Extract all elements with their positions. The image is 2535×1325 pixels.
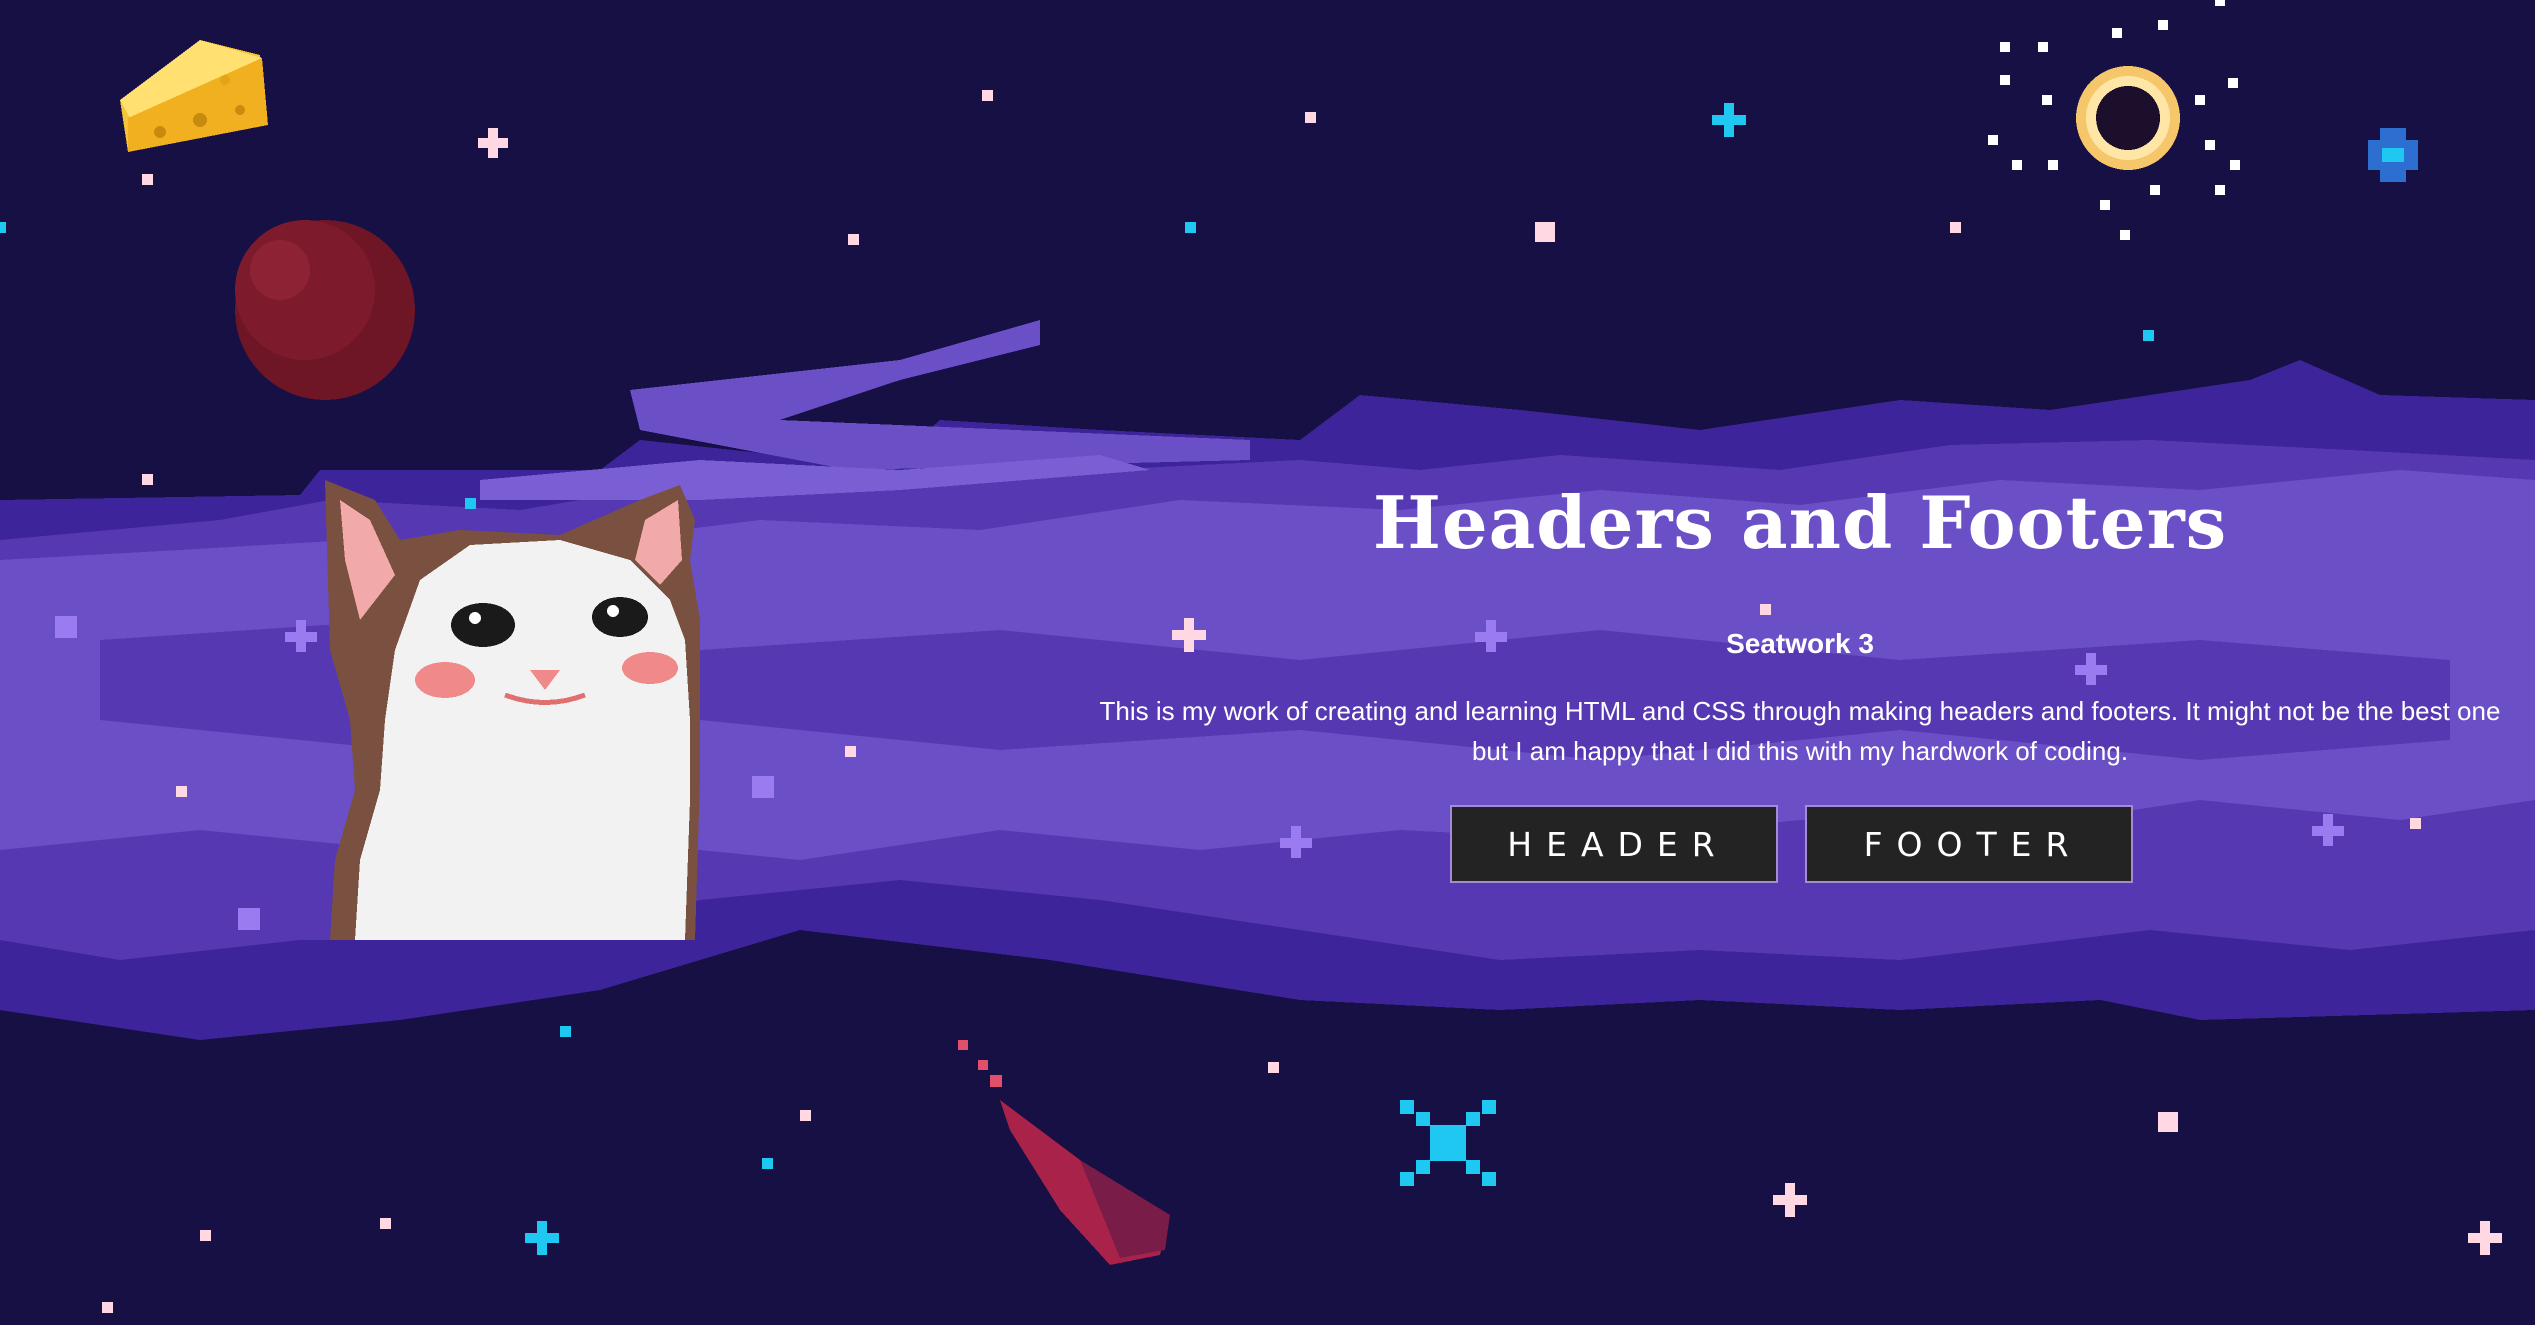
page-title: Headers and Footers (1372, 480, 2228, 565)
red-planet-icon (235, 220, 415, 400)
page-subtitle: Seatwork 3 (1726, 628, 1874, 659)
page-description: This is my work of creating and learning… (1099, 696, 2501, 766)
ringed-sun-icon (2076, 66, 2180, 170)
pixel-cat (325, 480, 700, 940)
space-background (0, 0, 2535, 1325)
footer-button[interactable]: FOOTER (1805, 805, 2133, 883)
header-button[interactable]: HEADER (1450, 805, 1778, 883)
